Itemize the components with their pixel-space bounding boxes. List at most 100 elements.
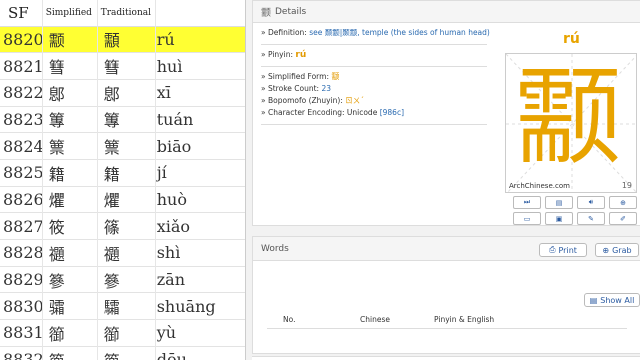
step-button[interactable]: ⏭ <box>513 196 541 209</box>
sf-cell[interactable]: 8826 <box>0 186 44 214</box>
table-row[interactable]: 8830 骦驦 shuāng <box>0 292 245 321</box>
pinyin-cell[interactable]: dōu <box>156 346 245 360</box>
details-title: Details <box>275 6 307 17</box>
simplified-cell[interactable]: 爠 <box>43 186 99 214</box>
pinyin-cell[interactable]: shì <box>156 239 245 267</box>
stroke-order-image[interactable]: 颥 ArchChinese.com 19 <box>505 53 637 193</box>
sf-cell[interactable]: 8820 <box>0 26 44 54</box>
pinyin-value[interactable]: rú <box>295 50 306 60</box>
pinyin-cell[interactable]: jí <box>156 159 245 187</box>
pinyin-cell[interactable]: yù <box>156 319 245 347</box>
simplified-cell[interactable]: 颥 <box>43 26 99 54</box>
sf-cell[interactable]: 8822 <box>0 79 44 107</box>
sf-cell[interactable]: 8823 <box>0 106 44 134</box>
simplified-cell[interactable]: 篼 <box>43 346 99 360</box>
traditional-cell[interactable]: 篻 <box>98 132 157 160</box>
table-row[interactable]: 8824 篻篻 biāo <box>0 132 245 160</box>
simplified-cell[interactable]: 筱 <box>43 212 99 240</box>
header-simplified[interactable]: Simplified <box>43 0 99 27</box>
pinyin-cell[interactable]: zān <box>156 266 245 294</box>
sf-cell[interactable]: 8830 <box>0 292 44 321</box>
sf-cell[interactable]: 8824 <box>0 132 44 160</box>
traditional-cell[interactable]: 篼 <box>98 346 157 360</box>
image-button[interactable]: ▣ <box>545 212 573 225</box>
pinyin-cell[interactable]: xiǎo <box>156 212 245 240</box>
grab-label: Grab <box>612 245 632 255</box>
table-row[interactable]: 8821 篲篲 huì <box>0 52 245 80</box>
pinyin-cell[interactable]: huò <box>156 186 245 214</box>
traditional-cell[interactable]: 爠 <box>98 186 157 214</box>
table-row[interactable]: 8828 禵禵 shì <box>0 239 245 267</box>
sf-cell[interactable]: 8829 <box>0 266 44 294</box>
sf-cell[interactable]: 8821 <box>0 52 44 80</box>
table-row[interactable]: 8831 篽篽 yù <box>0 319 245 347</box>
divider <box>261 44 487 45</box>
table-row[interactable]: 8829 篸篸 zān <box>0 266 245 294</box>
table-row[interactable]: 8820 颥顬 rú <box>0 26 245 54</box>
simplified-cell[interactable]: 禵 <box>43 239 99 267</box>
sf-cell[interactable]: 8828 <box>0 239 44 267</box>
pinyin-cell[interactable]: shuāng <box>156 292 245 321</box>
traditional-cell[interactable]: 顬 <box>98 26 157 54</box>
show-all-button[interactable]: ▤ Show All <box>584 293 640 307</box>
sound-button[interactable]: 🔊︎ <box>577 196 605 209</box>
simplified-cell[interactable]: 篿 <box>43 106 99 134</box>
print-icon: ⎙ <box>549 245 556 254</box>
animate-button[interactable]: ▤ <box>545 196 573 209</box>
pinyin-cell[interactable]: xī <box>156 79 245 107</box>
details-char-icon: 颥 <box>261 8 271 19</box>
simplified-cell[interactable]: 篸 <box>43 266 99 294</box>
strokes-value[interactable]: 23 <box>321 84 331 93</box>
add-icon: ⊕ <box>620 198 626 207</box>
traditional-cell[interactable]: 籍 <box>98 159 157 187</box>
simplified-cell[interactable]: 骦 <box>43 292 99 321</box>
brush-button[interactable]: ✎ <box>577 212 605 225</box>
traditional-cell[interactable]: 篿 <box>98 106 157 134</box>
grab-button[interactable]: ⊕ Grab <box>595 243 639 257</box>
traditional-cell[interactable]: 禵 <box>98 239 157 267</box>
details-header: 颥 Details <box>253 1 640 23</box>
worksheet-button[interactable]: ▭ <box>513 212 541 225</box>
col-chinese: Chinese <box>360 315 390 324</box>
table-row[interactable]: 8825 籍籍 jí <box>0 159 245 187</box>
pinyin-cell[interactable]: biāo <box>156 132 245 160</box>
traditional-cell[interactable]: 篠 <box>98 212 157 240</box>
simplified-cell[interactable]: 籍 <box>43 159 99 187</box>
add-button[interactable]: ⊕ <box>609 196 637 209</box>
sf-cell[interactable]: 8827 <box>0 212 44 240</box>
animate-icon: ▤ <box>555 198 563 207</box>
pinyin-cell[interactable]: huì <box>156 52 245 80</box>
traditional-cell[interactable]: 篸 <box>98 266 157 294</box>
sf-cell[interactable]: 8825 <box>0 159 44 187</box>
table-row[interactable]: 8832篼篼dōu <box>0 346 245 360</box>
definition-label: Definition: <box>267 28 307 37</box>
divider <box>267 328 627 329</box>
header-traditional[interactable]: Traditional <box>98 0 157 27</box>
sf-cell[interactable]: 8831 <box>0 319 44 347</box>
traditional-cell[interactable]: 篽 <box>98 319 157 347</box>
table-row[interactable]: 8827 筱篠 xiǎo <box>0 212 245 240</box>
edit-button[interactable]: ✐ <box>609 212 637 225</box>
traditional-cell[interactable]: 篲 <box>98 52 157 80</box>
traditional-cell[interactable]: 鄎 <box>98 79 157 107</box>
pinyin-cell[interactable]: tuán <box>156 106 245 134</box>
simplified-cell[interactable]: 篲 <box>43 52 99 80</box>
simplified-value[interactable]: 颥 <box>331 72 339 81</box>
print-button[interactable]: ⎙ Print <box>539 243 587 257</box>
words-title: Words <box>261 243 289 254</box>
table-row[interactable]: 8826 爠爠 huò <box>0 186 245 214</box>
simplified-cell[interactable]: 篽 <box>43 319 99 347</box>
header-sf[interactable]: SF <box>0 0 44 27</box>
simplified-cell[interactable]: 鄎 <box>43 79 99 107</box>
encoding-code[interactable]: [986c] <box>380 108 404 117</box>
simplified-cell[interactable]: 篻 <box>43 132 99 160</box>
simplified-label: Simplified Form: <box>267 72 329 81</box>
definition-value[interactable]: see 颞颥|颞颥, temple (the sides of human he… <box>309 28 490 37</box>
sf-cell[interactable]: 8832 <box>0 346 44 360</box>
table-row[interactable]: 8822 鄎鄎 xī <box>0 79 245 107</box>
details-info: » Definition: see 颞颥|颞颥, temple (the sid… <box>261 27 491 129</box>
pinyin-cell[interactable]: rú <box>156 26 245 54</box>
table-header-row: SF Simplified Traditional <box>0 0 245 27</box>
traditional-cell[interactable]: 驦 <box>98 292 157 321</box>
table-row[interactable]: 8823 篿篿 tuán <box>0 106 245 134</box>
